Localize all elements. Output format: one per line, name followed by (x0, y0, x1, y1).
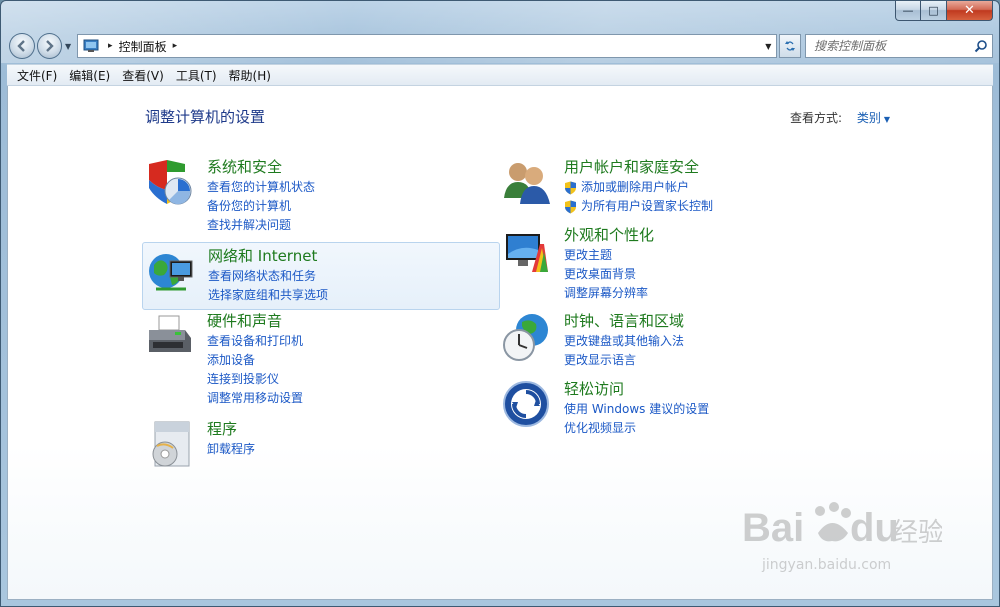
close-button[interactable]: ✕ (947, 1, 993, 21)
link-mobility-settings[interactable]: 调整常用移动设置 (207, 389, 303, 408)
users-icon[interactable] (502, 158, 552, 208)
category-title-programs[interactable]: 程序 (207, 420, 255, 439)
arrow-left-icon (17, 40, 25, 52)
link-devices-printers[interactable]: 查看设备和打印机 (207, 332, 303, 351)
maximize-button[interactable]: □ (921, 1, 947, 21)
search-icon[interactable] (974, 39, 988, 53)
content-area: 调整计算机的设置 查看方式: 类别 ▼ 系统和安全 查看您的计算机状态 备份您的计… (7, 86, 993, 600)
page-title: 调整计算机的设置 (145, 108, 266, 126)
link-troubleshoot[interactable]: 查找并解决问题 (207, 216, 315, 235)
programs-icon[interactable] (145, 420, 195, 470)
link-parental-controls[interactable]: 为所有用户设置家长控制 (564, 197, 713, 216)
baidu-watermark: Bai du 经验 jingyan.baidu.com (742, 489, 944, 579)
recent-pages-dropdown[interactable]: ▼ (63, 42, 73, 51)
link-text-add-remove-accounts[interactable]: 添加或删除用户帐户 (581, 178, 689, 197)
clock-globe-icon[interactable] (502, 312, 552, 362)
link-change-keyboard[interactable]: 更改键盘或其他输入法 (564, 332, 684, 351)
arrow-right-icon (46, 40, 55, 52)
uac-shield-icon (565, 181, 576, 194)
category-user-accounts: 用户帐户和家庭安全 添加或删除用户帐户 为所有用户设置家长控制 (502, 158, 713, 216)
view-by-value[interactable]: 类别 (857, 111, 881, 125)
menu-bar: 文件(F) 编辑(E) 查看(V) 工具(T) 帮助(H) (7, 64, 993, 86)
appearance-icon[interactable] (502, 226, 552, 276)
view-by-label: 查看方式: (789, 111, 842, 125)
watermark-brand: Bai (742, 506, 804, 550)
link-optimize-display[interactable]: 优化视频显示 (564, 419, 709, 438)
category-title-system-security[interactable]: 系统和安全 (207, 158, 315, 177)
link-homegroup-sharing[interactable]: 选择家庭组和共享选项 (208, 286, 328, 305)
category-clock-region: 时钟、语言和区域 更改键盘或其他输入法 更改显示语言 (502, 312, 684, 370)
category-title-hardware-sound[interactable]: 硬件和声音 (207, 312, 303, 331)
link-text-parental-controls[interactable]: 为所有用户设置家长控制 (581, 197, 713, 216)
refresh-button[interactable] (779, 34, 801, 58)
link-change-background[interactable]: 更改桌面背景 (564, 265, 654, 284)
link-screen-resolution[interactable]: 调整屏幕分辨率 (564, 284, 654, 303)
link-backup-computer[interactable]: 备份您的计算机 (207, 197, 315, 216)
baidu-paw-logo-icon: Bai du 经验 jingyan.baidu.com (742, 502, 944, 573)
category-hardware-sound: 硬件和声音 查看设备和打印机 添加设备 连接到投影仪 调整常用移动设置 (145, 312, 303, 408)
link-add-device[interactable]: 添加设备 (207, 351, 303, 370)
network-internet-icon[interactable] (146, 247, 196, 297)
link-windows-recommended-settings[interactable]: 使用 Windows 建议的设置 (564, 400, 709, 419)
menu-view[interactable]: 查看(V) (116, 67, 170, 84)
category-network-internet[interactable]: 网络和 Internet 查看网络状态和任务 选择家庭组和共享选项 (142, 242, 500, 310)
link-change-theme[interactable]: 更改主题 (564, 246, 654, 265)
ease-of-access-icon[interactable] (502, 380, 552, 430)
view-by-dropdown[interactable]: 类别 ▼ (857, 109, 890, 126)
category-appearance: 外观和个性化 更改主题 更改桌面背景 调整屏幕分辨率 (502, 226, 654, 303)
menu-file[interactable]: 文件(F) (11, 67, 63, 84)
control-panel-icon (82, 38, 102, 54)
category-title-appearance[interactable]: 外观和个性化 (564, 226, 654, 245)
category-title-user-accounts[interactable]: 用户帐户和家庭安全 (564, 158, 713, 177)
category-programs: 程序 卸载程序 (145, 420, 255, 470)
search-input[interactable] (814, 39, 974, 53)
watermark-brand-cn: 经验 (892, 518, 942, 548)
control-panel-window: — □ ✕ ▼ ▸ 控制面板 ▸ ▼ 搜索控制面板 文件(F) 编辑(E) 查看… (0, 0, 1000, 607)
chevron-down-icon: ▼ (883, 115, 890, 124)
category-title-clock-region[interactable]: 时钟、语言和区域 (564, 312, 684, 331)
minimize-button[interactable]: — (895, 1, 921, 21)
system-security-icon[interactable] (145, 158, 195, 208)
address-bar[interactable]: ▸ 控制面板 ▸ ▼ (77, 34, 778, 58)
category-ease-of-access: 轻松访问 使用 Windows 建议的设置 优化视频显示 (502, 380, 709, 438)
navigation-bar: ▼ ▸ 控制面板 ▸ ▼ (9, 32, 993, 60)
menu-help[interactable]: 帮助(H) (223, 67, 277, 84)
link-view-computer-status[interactable]: 查看您的计算机状态 (207, 178, 315, 197)
link-connect-projector[interactable]: 连接到投影仪 (207, 370, 303, 389)
caption-buttons: — □ ✕ (895, 1, 993, 21)
forward-button[interactable] (36, 33, 63, 59)
uac-shield-icon (565, 200, 576, 213)
watermark-url: jingyan.baidu.com (761, 557, 891, 573)
link-display-language[interactable]: 更改显示语言 (564, 351, 684, 370)
menu-tools[interactable]: 工具(T) (170, 67, 223, 84)
menu-edit[interactable]: 编辑(E) (63, 67, 116, 84)
search-box[interactable] (805, 34, 993, 58)
link-uninstall-program[interactable]: 卸载程序 (207, 440, 255, 459)
address-history-dropdown[interactable]: ▼ (760, 35, 776, 57)
refresh-icon (785, 41, 796, 51)
breadcrumb-separator[interactable]: ▸ (108, 41, 113, 51)
breadcrumb-control-panel[interactable]: 控制面板 (119, 38, 167, 55)
breadcrumb-separator-end[interactable]: ▸ (173, 41, 178, 51)
link-network-status[interactable]: 查看网络状态和任务 (208, 267, 328, 286)
category-system-security: 系统和安全 查看您的计算机状态 备份您的计算机 查找并解决问题 (145, 158, 315, 235)
link-add-remove-accounts[interactable]: 添加或删除用户帐户 (564, 178, 713, 197)
printer-icon[interactable] (145, 312, 195, 362)
back-button[interactable] (9, 33, 35, 59)
category-title-network-internet[interactable]: 网络和 Internet (208, 247, 328, 266)
category-title-ease-of-access[interactable]: 轻松访问 (564, 380, 709, 399)
